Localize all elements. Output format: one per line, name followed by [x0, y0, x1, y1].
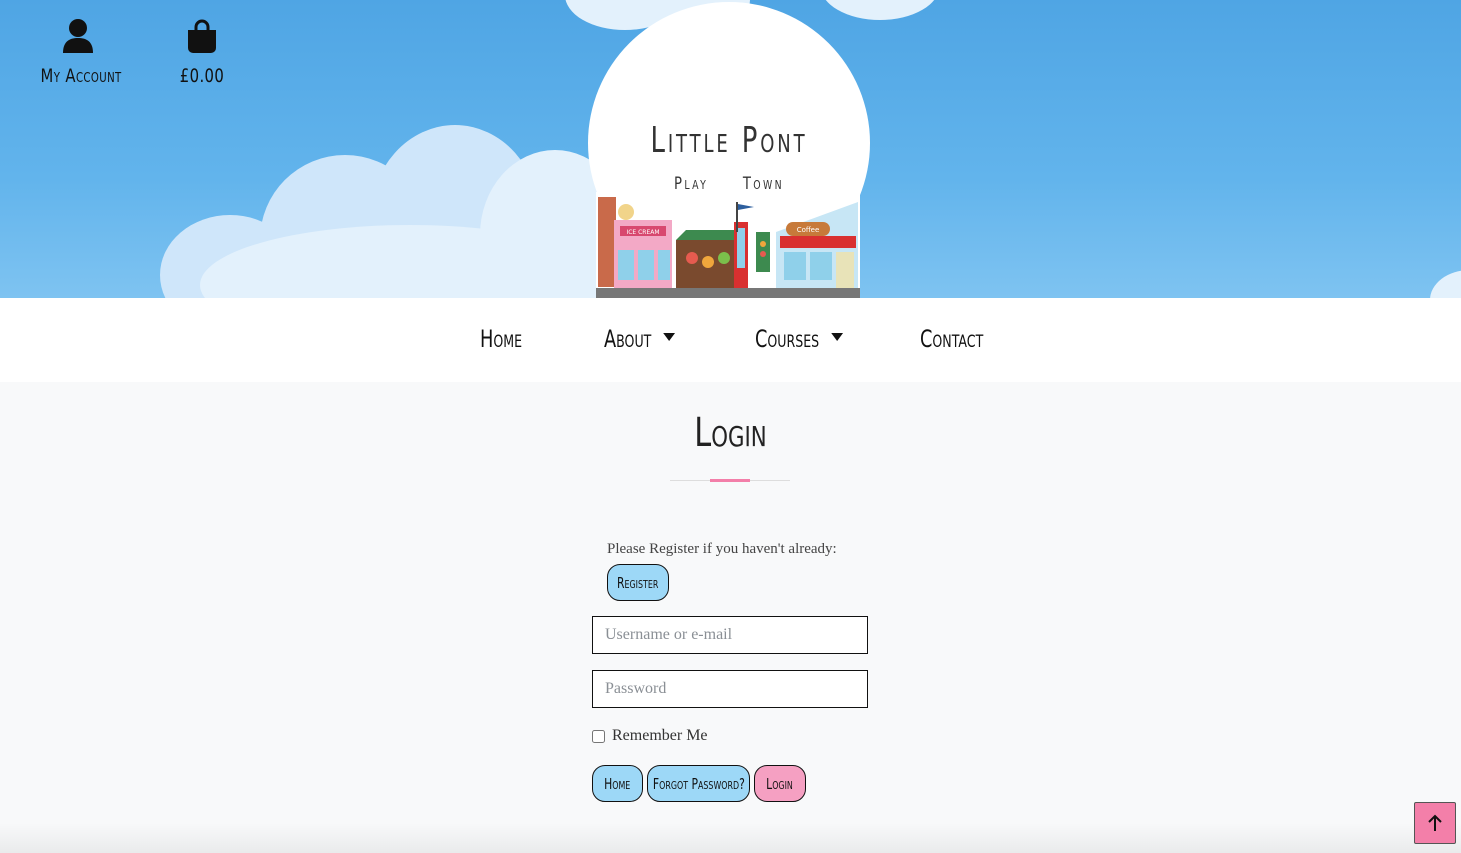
town-illustration: ICE CREAM Coffee	[596, 192, 860, 298]
nav-contact-label: Contact	[920, 325, 984, 353]
chevron-down-icon	[831, 333, 843, 341]
site-logo[interactable]: Little Pont Play Town ICE CREAM Coffee	[588, 2, 870, 298]
remember-me-label: Remember Me	[612, 727, 708, 744]
page-title: Login	[694, 410, 767, 456]
footer-edge	[0, 823, 1461, 853]
nav-home[interactable]: Home	[480, 325, 522, 353]
shopping-bag-icon	[188, 19, 216, 53]
nav-about-label: About	[604, 325, 652, 353]
username-input[interactable]	[592, 616, 868, 654]
basket-link[interactable]: £0.00	[170, 18, 234, 87]
my-account-link[interactable]: My Account	[30, 18, 126, 87]
home-button-label: Home	[604, 774, 631, 793]
my-account-label: My Account	[40, 65, 122, 87]
register-button-label: Register	[617, 573, 659, 592]
user-icon	[63, 19, 93, 53]
arrow-up-icon	[1428, 814, 1442, 831]
forgot-password-button[interactable]: Forgot Password?	[647, 765, 750, 802]
nav-contact[interactable]: Contact	[920, 325, 983, 353]
login-button-label: Login	[766, 774, 794, 793]
remember-me-checkbox[interactable]	[592, 729, 605, 743]
nav-home-label: Home	[480, 325, 523, 353]
register-button[interactable]: Register	[607, 564, 669, 601]
home-button[interactable]: Home	[592, 765, 643, 802]
header-banner: My Account £0.00 Little Pont Play Town I…	[0, 0, 1461, 298]
nav-courses-label: Courses	[755, 325, 820, 353]
password-input[interactable]	[592, 670, 868, 708]
ice-cream-sign: ICE CREAM	[626, 229, 659, 236]
logo-title: Little Pont	[650, 120, 808, 161]
login-button[interactable]: Login	[754, 765, 806, 802]
remember-me[interactable]: Remember Me	[592, 727, 708, 745]
back-to-top-button[interactable]	[1414, 802, 1456, 844]
logo-subtitle: Play Town	[674, 174, 784, 194]
coffee-sign: Coffee	[797, 226, 820, 234]
nav-courses-dropdown[interactable]: Courses	[755, 325, 843, 353]
chevron-down-icon	[663, 333, 676, 341]
main-nav: Home About Courses Contact	[0, 298, 1461, 382]
cloud	[1430, 270, 1461, 298]
title-divider-accent	[710, 479, 750, 482]
nav-about-dropdown[interactable]: About	[604, 325, 676, 353]
basket-total: £0.00	[179, 65, 225, 87]
register-prompt: Please Register if you haven't already:	[607, 541, 837, 557]
forgot-password-label: Forgot Password?	[652, 774, 745, 793]
